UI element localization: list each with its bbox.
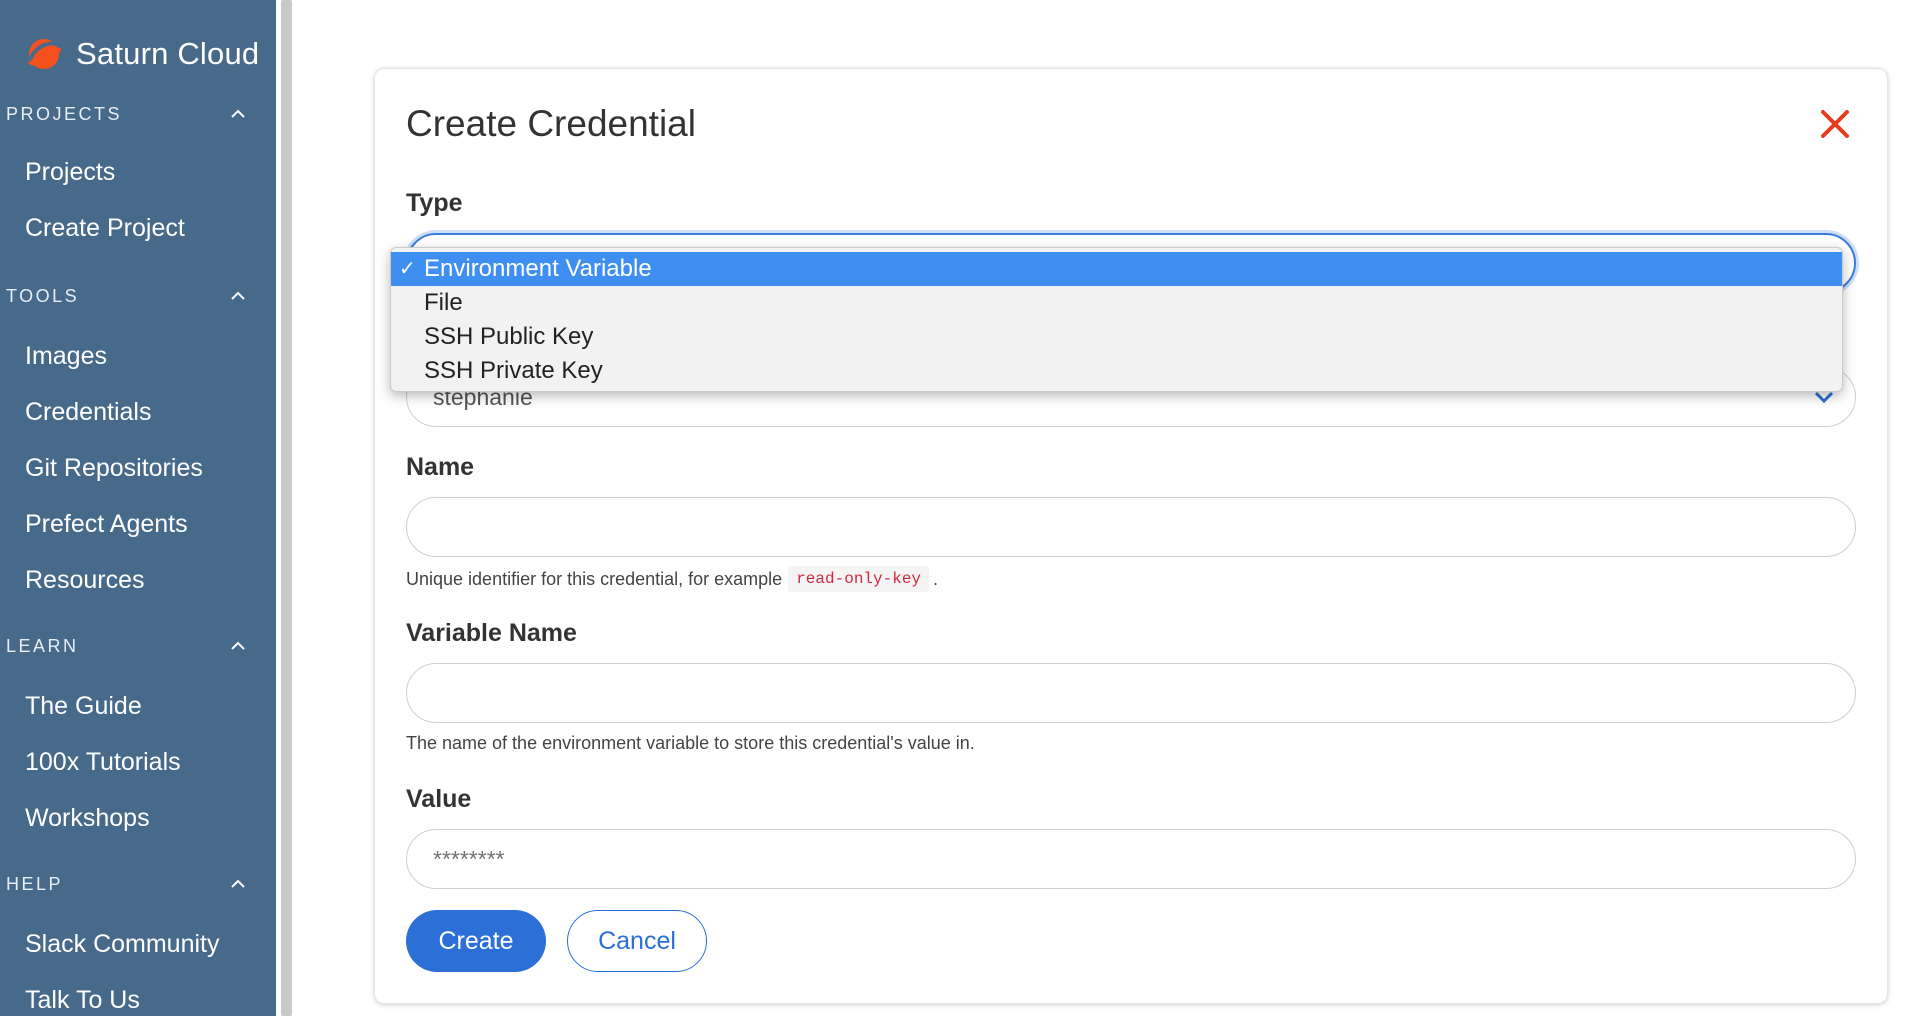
- sidebar-item-slack-community[interactable]: Slack Community: [0, 916, 276, 972]
- name-help-suffix: .: [933, 568, 939, 589]
- type-option-ssh-private-key[interactable]: SSH Private Key: [391, 354, 1842, 388]
- sidebar-item-git-repositories[interactable]: Git Repositories: [0, 440, 276, 496]
- sidebar-item-projects[interactable]: Projects: [0, 144, 276, 200]
- sidebar-item-the-guide[interactable]: The Guide: [0, 678, 276, 734]
- chevron-up-icon: [231, 879, 245, 888]
- name-help: Unique identifier for this credential, f…: [406, 566, 938, 592]
- variable-name-label: Variable Name: [406, 619, 577, 647]
- sidebar: Saturn Cloud PROJECTS Projects Create Pr…: [0, 0, 276, 1016]
- sidebar-section-header-help[interactable]: HELP: [0, 866, 276, 902]
- option-label: SSH Private Key: [424, 357, 603, 384]
- sidebar-item-images[interactable]: Images: [0, 328, 276, 384]
- sidebar-item-100x-tutorials[interactable]: 100x Tutorials: [0, 734, 276, 790]
- sidebar-scrollbar-thumb[interactable]: [281, 0, 292, 1016]
- type-option-environment-variable[interactable]: ✓ Environment Variable: [391, 252, 1842, 286]
- type-option-ssh-public-key[interactable]: SSH Public Key: [391, 320, 1842, 354]
- section-title: PROJECTS: [6, 103, 123, 124]
- saturn-cloud-logo-icon: [28, 39, 62, 69]
- option-label: Environment Variable: [424, 255, 652, 282]
- sidebar-item-credentials[interactable]: Credentials: [0, 384, 276, 440]
- type-label: Type: [406, 189, 463, 217]
- variable-name-help: The name of the environment variable to …: [406, 733, 975, 753]
- dialog-title: Create Credential: [406, 103, 696, 144]
- sidebar-item-resources[interactable]: Resources: [0, 552, 276, 608]
- name-example-code: read-only-key: [788, 566, 930, 592]
- section-title: TOOLS: [6, 285, 80, 306]
- type-option-file[interactable]: File: [391, 286, 1842, 320]
- option-label: SSH Public Key: [424, 323, 594, 350]
- check-icon: ✓: [399, 258, 416, 280]
- brand-logo[interactable]: Saturn Cloud: [24, 32, 259, 76]
- variable-name-input[interactable]: [406, 663, 1856, 723]
- sidebar-section-projects: PROJECTS Projects Create Project: [0, 96, 276, 256]
- sidebar-section-header-tools[interactable]: TOOLS: [0, 278, 276, 314]
- chevron-down-icon: [1814, 391, 1834, 404]
- sidebar-section-learn: LEARN The Guide 100x Tutorials Workshops: [0, 628, 276, 846]
- chevron-up-icon: [231, 641, 245, 650]
- close-icon[interactable]: [1815, 104, 1855, 144]
- name-help-text: Unique identifier for this credential, f…: [406, 568, 783, 589]
- sidebar-item-prefect-agents[interactable]: Prefect Agents: [0, 496, 276, 552]
- sidebar-item-workshops[interactable]: Workshops: [0, 790, 276, 846]
- sidebar-section-header-projects[interactable]: PROJECTS: [0, 96, 276, 132]
- sidebar-item-talk-to-us[interactable]: Talk To Us: [0, 972, 276, 1016]
- name-label: Name: [406, 453, 475, 481]
- sidebar-section-help: HELP Slack Community Talk To Us: [0, 866, 276, 1016]
- option-label: File: [424, 289, 463, 316]
- name-input[interactable]: [406, 497, 1856, 557]
- section-title: HELP: [6, 873, 64, 894]
- brand-name: Saturn Cloud: [76, 36, 260, 71]
- type-dropdown-menu: ✓ Environment Variable File SSH Public K…: [390, 247, 1843, 392]
- value-input[interactable]: [406, 829, 1856, 889]
- sidebar-section-tools: TOOLS Images Credentials Git Repositorie…: [0, 278, 276, 608]
- section-title: LEARN: [6, 635, 79, 656]
- value-label: Value: [406, 785, 472, 813]
- chevron-up-icon: [231, 291, 245, 300]
- sidebar-section-header-learn[interactable]: LEARN: [0, 628, 276, 664]
- chevron-up-icon: [231, 109, 245, 118]
- cancel-button[interactable]: Cancel: [567, 910, 707, 972]
- create-credential-dialog: Create Credential Type stephanie Name Un…: [374, 68, 1888, 1004]
- sidebar-item-create-project[interactable]: Create Project: [0, 200, 276, 256]
- create-button[interactable]: Create: [406, 910, 546, 972]
